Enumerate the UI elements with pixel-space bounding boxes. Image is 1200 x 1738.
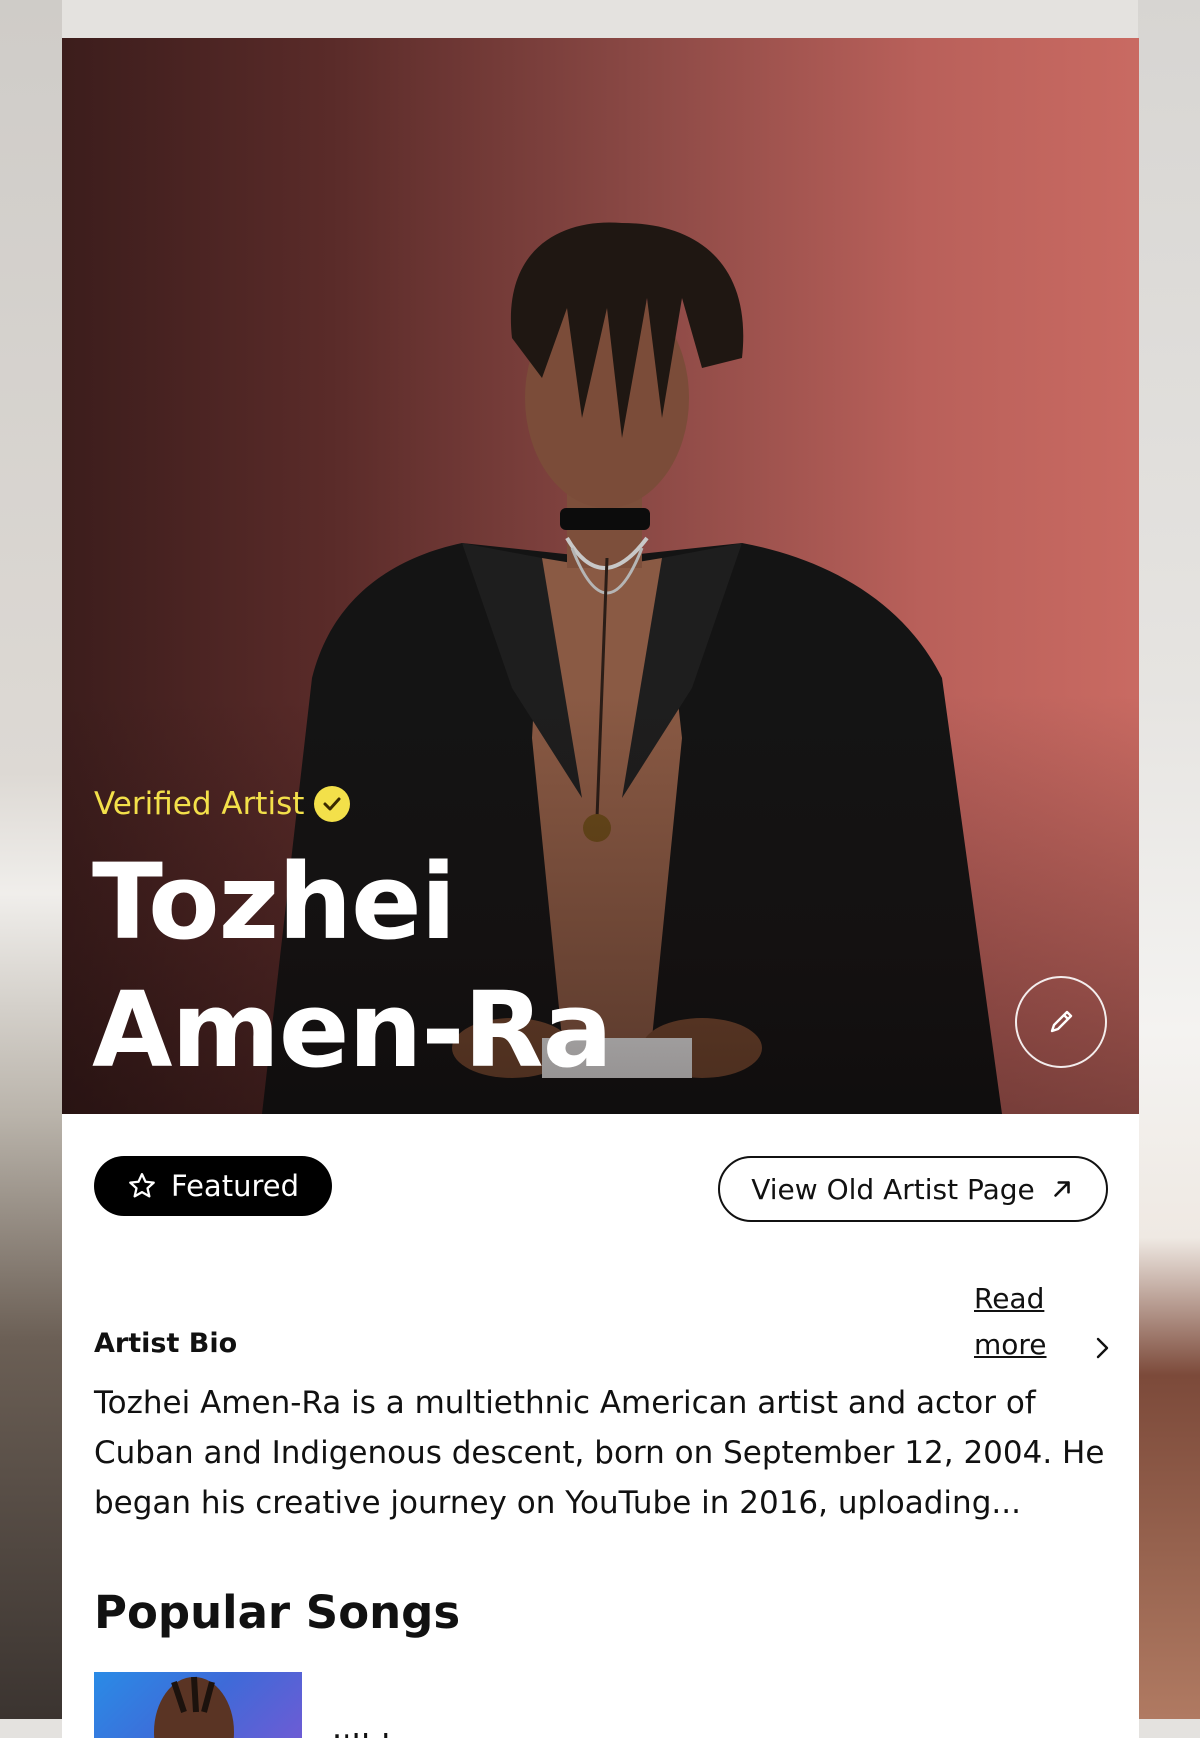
song-artwork[interactable] bbox=[94, 1672, 302, 1738]
featured-label: Featured bbox=[171, 1169, 299, 1203]
artist-hero: Verified Artist Tozhei Amen-Ra bbox=[62, 38, 1139, 1114]
verified-label: Verified Artist bbox=[94, 786, 305, 822]
read-more-link[interactable]: Read more bbox=[974, 1276, 1058, 1368]
external-arrow-icon bbox=[1053, 1181, 1070, 1197]
artist-name: Tozhei Amen-Ra bbox=[92, 841, 613, 1091]
edit-button[interactable] bbox=[1015, 976, 1107, 1068]
verified-check-icon bbox=[314, 786, 351, 822]
chevron-right-icon[interactable] bbox=[1092, 1333, 1114, 1363]
artist-bio-heading: Artist Bio bbox=[94, 1328, 238, 1359]
popular-songs-heading: Popular Songs bbox=[94, 1586, 461, 1639]
verified-badge: Verified Artist bbox=[94, 786, 351, 822]
view-old-artist-page-button[interactable]: View Old Artist Page bbox=[718, 1156, 1108, 1222]
star-icon bbox=[129, 1173, 155, 1198]
old-page-label: View Old Artist Page bbox=[751, 1172, 1035, 1206]
artist-bio-text: Tozhei Amen-Ra is a multiethnic American… bbox=[94, 1385, 1105, 1521]
background-left bbox=[0, 0, 62, 1719]
background-right bbox=[1138, 0, 1200, 1719]
artist-page-card: Verified Artist Tozhei Amen-Ra Featured … bbox=[62, 38, 1139, 1738]
edit-pencil-icon bbox=[1050, 1010, 1073, 1033]
featured-button[interactable]: Featured bbox=[94, 1156, 332, 1216]
song-title[interactable]: I'll be over you bbox=[332, 1728, 583, 1738]
